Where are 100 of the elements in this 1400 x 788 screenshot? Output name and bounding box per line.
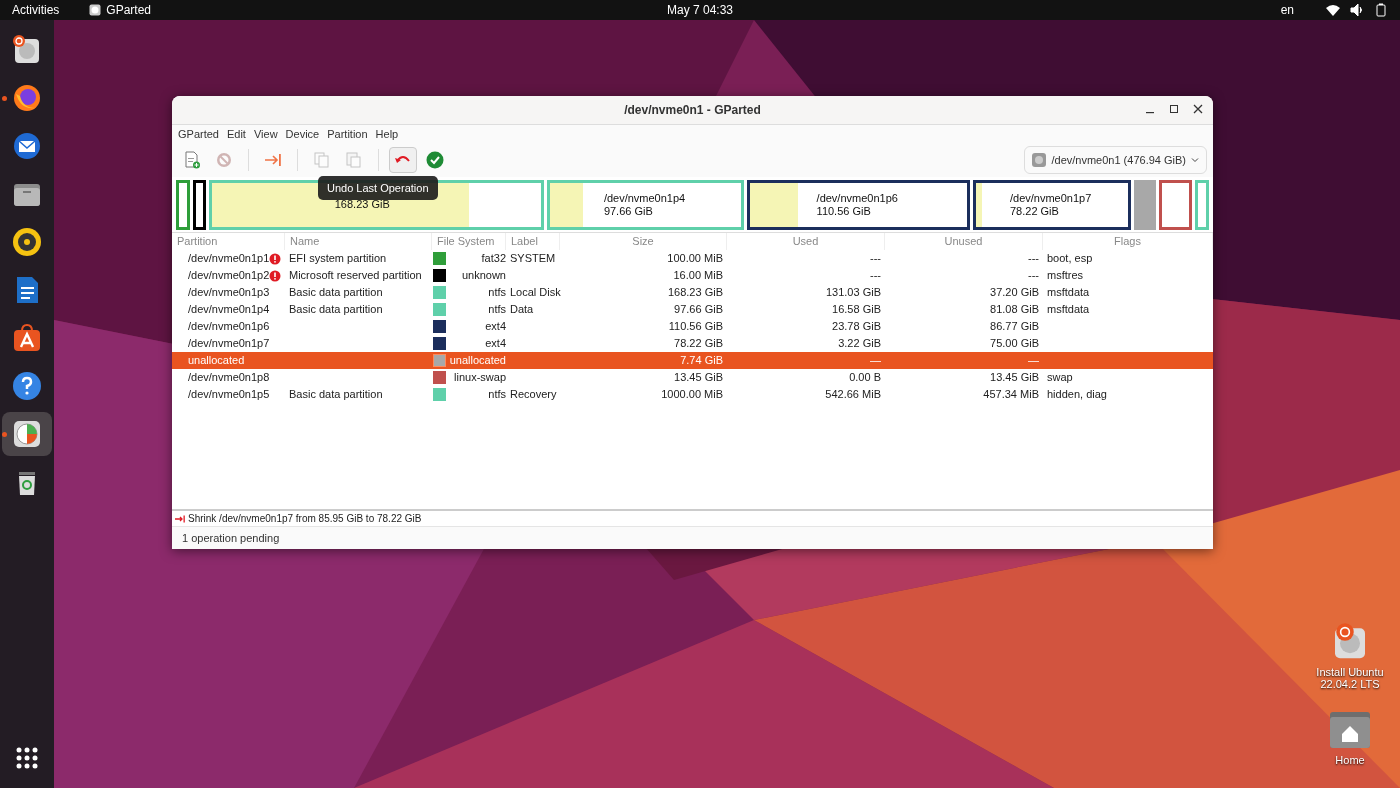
partition-segment[interactable]: /dev/nvme0n1p7 78.22 GiB xyxy=(972,179,1132,230)
partition-name: /dev/nvme0n1p7 xyxy=(1010,191,1093,205)
arrow-to-bar-icon xyxy=(264,151,282,169)
table-cell-text: 23.78 GiB xyxy=(831,319,882,334)
partition-segment[interactable] xyxy=(192,179,207,230)
table-cell-text: 13.45 GiB xyxy=(673,370,724,385)
table-cell-text: /dev/nvme0n1p4 xyxy=(188,302,270,317)
partition-row[interactable]: /dev/nvme0n1p4 Basic data partition ntfs Data 97.66 GiB 16.58 GiB 81.08 GiB msftdata xyxy=(172,301,1213,318)
desktop-icon-label: Home xyxy=(1335,754,1365,766)
menu-item[interactable]: Help xyxy=(371,128,403,140)
partition-row[interactable]: /dev/nvme0n1p6 ext4 110.56 GiB 23.78 GiB 86.77 GiB xyxy=(172,318,1213,335)
table-cell-text: fat32 xyxy=(480,251,506,266)
column-header[interactable]: Name xyxy=(285,233,432,250)
table-cell-text: 457.34 MiB xyxy=(982,387,1040,402)
device-selector[interactable]: /dev/nvme0n1 (476.94 GiB) xyxy=(1024,146,1207,174)
dock-item[interactable] xyxy=(2,412,52,456)
wifi-icon[interactable] xyxy=(1326,3,1340,17)
table-cell-text: /dev/nvme0n1p3 xyxy=(188,285,270,300)
table-cell-text: hidden, diag xyxy=(1046,387,1108,402)
table-cell-text: 168.23 GiB xyxy=(666,285,724,300)
table-cell-text: 131.03 GiB xyxy=(824,285,882,300)
table-cell-text: 16.00 MiB xyxy=(672,268,724,283)
table-cell-text: 0.00 B xyxy=(848,370,882,385)
partition-row[interactable]: /dev/nvme0n1p1 EFI system partition fat32 SYSTEM 100.00 MiB --- --- boot, esp xyxy=(172,250,1213,267)
column-header[interactable]: Unused xyxy=(885,233,1043,250)
partition-name: /dev/nvme0n1p6 xyxy=(816,191,899,205)
close-icon[interactable] xyxy=(1193,104,1203,114)
menu-item[interactable]: Partition xyxy=(323,128,372,140)
column-header[interactable]: Label xyxy=(506,233,560,250)
partition-row[interactable]: /dev/nvme0n1p5 Basic data partition ntfs Recovery 1000.00 MiB 542.66 MiB 457.34 MiB hidden, diag xyxy=(172,386,1213,403)
column-header[interactable]: File System xyxy=(432,233,506,250)
partition-name: /dev/nvme0n1p4 xyxy=(603,191,687,205)
table-cell-text: /dev/nvme0n1p1 xyxy=(188,251,270,266)
partition-row[interactable]: /dev/nvme0n1p8 linux-swap 13.45 GiB 0.00 B 13.45 GiB swap xyxy=(172,369,1213,386)
toolbar-button[interactable] xyxy=(389,147,417,173)
table-cell-text: /dev/nvme0n1p7 xyxy=(188,336,270,351)
table-cell-text: /dev/nvme0n1p8 xyxy=(188,370,270,385)
battery-icon[interactable] xyxy=(1374,3,1388,17)
maximize-icon[interactable] xyxy=(1169,104,1179,114)
disk-chart-icon xyxy=(11,418,43,450)
table-cell-text: 7.74 GiB xyxy=(679,353,724,368)
column-header[interactable]: Flags xyxy=(1043,233,1213,250)
app-grid-icon xyxy=(16,747,38,769)
partition-row[interactable]: unallocated unallocated 7.74 GiB — — xyxy=(172,352,1213,369)
status-text: 1 operation pending xyxy=(182,532,280,544)
column-header[interactable]: Partition xyxy=(172,233,285,250)
table-cell-text: 78.22 GiB xyxy=(673,336,724,351)
table-cell-text: — xyxy=(1027,353,1040,368)
table-cell-text: /dev/nvme0n1p2 xyxy=(188,268,270,283)
mail-icon xyxy=(11,130,43,162)
partition-segment[interactable]: /dev/nvme0n1p6 110.56 GiB xyxy=(747,179,970,230)
disk-chart-icon xyxy=(89,4,102,16)
clock[interactable]: May 7 04:33 xyxy=(667,3,733,17)
prohibited-icon xyxy=(215,151,233,169)
arrow-to-bar-icon xyxy=(175,514,185,523)
checkmark-icon xyxy=(426,151,444,169)
menu-item[interactable]: View xyxy=(249,128,282,140)
home-folder-icon[interactable] xyxy=(1329,710,1371,750)
column-header[interactable]: Used xyxy=(727,233,885,250)
activities-button[interactable]: Activities xyxy=(12,3,60,17)
partition-row[interactable]: /dev/nvme0n1p7 ext4 78.22 GiB 3.22 GiB 75.00 GiB xyxy=(172,335,1213,352)
help-icon xyxy=(11,370,43,402)
table-cell-text: — xyxy=(869,353,882,368)
menu-item[interactable]: Edit xyxy=(222,128,250,140)
table-cell-text: Basic data partition xyxy=(288,387,384,402)
table-cell-text: Microsoft reserved partition xyxy=(288,268,423,283)
table-cell-text: 110.56 GiB xyxy=(667,319,724,334)
table-cell-text: Basic data partition xyxy=(288,302,384,317)
table-cell-text: msftdata xyxy=(1046,302,1091,317)
table-cell-text: 16.58 GiB xyxy=(831,302,882,317)
tooltip: Undo Last Operation xyxy=(318,176,438,200)
partition-row[interactable]: /dev/nvme0n1p2 Microsoft reserved partition unknown 16.00 MiB --- --- msftres xyxy=(172,267,1213,284)
table-cell-text: 100.00 MiB xyxy=(666,251,724,266)
partition-size: 97.66 GiB xyxy=(603,204,654,218)
firefox-icon xyxy=(11,82,43,114)
shopping-bag-icon xyxy=(11,322,43,354)
copy-icon xyxy=(313,151,331,169)
table-cell-text: /dev/nvme0n1p6 xyxy=(188,319,270,334)
operation-text: Shrink /dev/nvme0n1p7 from 85.95 GiB to 78.22 GiB xyxy=(188,513,422,524)
table-cell-text: Local Disk xyxy=(509,285,560,300)
table-cell-text: Data xyxy=(509,302,535,317)
partition-segment[interactable]: /dev/nvme0n1p4 97.66 GiB xyxy=(547,179,745,230)
input-source[interactable]: en xyxy=(1280,3,1294,17)
column-header[interactable]: Size xyxy=(560,233,727,250)
table-cell-text: 86.77 GiB xyxy=(989,319,1040,334)
paste-icon xyxy=(345,151,363,169)
table-cell-text: /dev/nvme0n1p5 xyxy=(188,387,270,402)
partition-size: 168.23 GiB xyxy=(334,198,391,211)
menu-item[interactable]: Device xyxy=(281,128,324,140)
menu-item[interactable]: GParted xyxy=(174,128,223,140)
table-cell-text: Recovery xyxy=(509,387,558,402)
table-cell-text: unallocated xyxy=(188,353,245,368)
table-cell-text: 75.00 GiB xyxy=(989,336,1040,351)
table-cell-text: unknown xyxy=(460,268,506,283)
partition-row[interactable]: /dev/nvme0n1p3 Basic data partition ntfs Local Disk 168.23 GiB 131.03 GiB 37.20 GiB msftdata xyxy=(172,284,1213,301)
app-menu[interactable]: GParted xyxy=(106,3,152,17)
volume-icon[interactable] xyxy=(1350,3,1364,17)
table-cell-text: ext4 xyxy=(484,319,506,334)
table-cell-text: ntfs xyxy=(487,285,506,300)
table-cell-text: 97.66 GiB xyxy=(673,302,724,317)
